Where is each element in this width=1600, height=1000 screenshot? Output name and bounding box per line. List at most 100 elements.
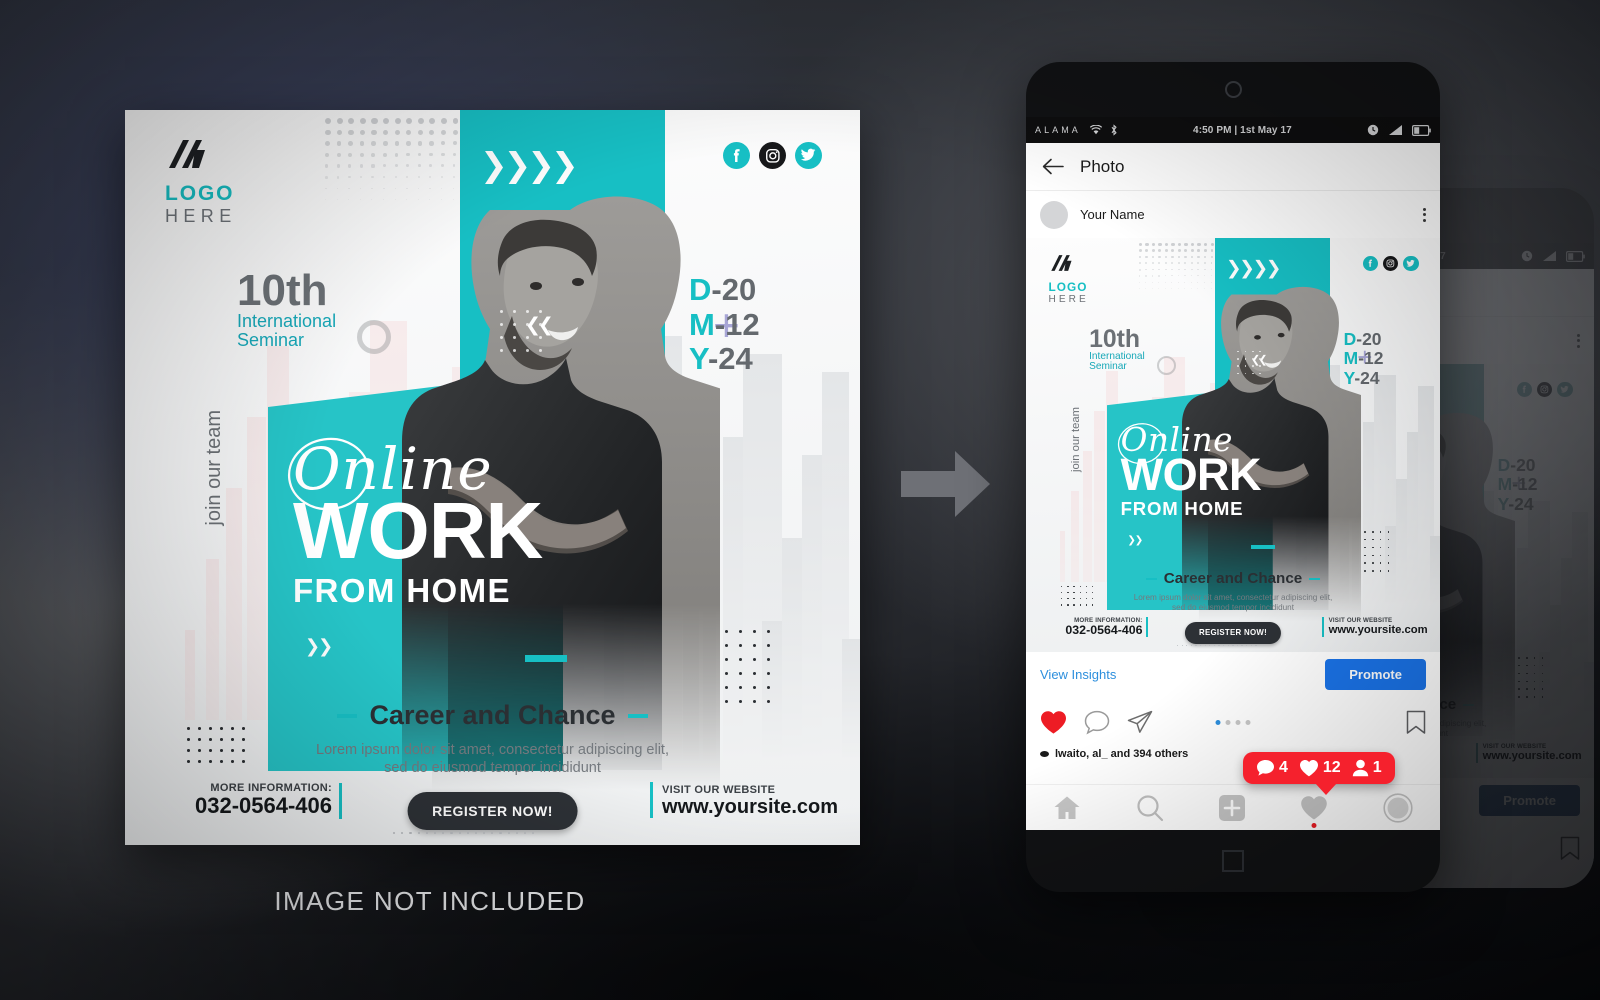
tab-add[interactable] (1218, 794, 1246, 822)
dotted-strip (393, 832, 535, 835)
ghost-facebook-icon (1516, 382, 1533, 398)
ghost-kebab-menu-icon (1577, 333, 1580, 348)
footer-info: MORE INFORMATION: 032-0564-406 (1065, 617, 1149, 638)
logo: LOGO HERE (1049, 254, 1089, 307)
chevrons-forward: ❯❯❯❯ (480, 145, 579, 184)
ghost-battery-icon (1566, 250, 1585, 262)
ghost-social-links (1516, 382, 1573, 398)
wifi-icon (1089, 125, 1102, 135)
insights-row: View Insights Promote (1026, 652, 1440, 696)
register-now-button[interactable]: REGISTER NOW! (1184, 622, 1282, 644)
logo-line-2: HERE (1048, 293, 1089, 305)
notif-follows-count: 1 (1372, 759, 1382, 776)
logo-slash-mark-icon (1049, 254, 1089, 278)
heart-filled-icon[interactable] (1040, 710, 1067, 735)
promote-button[interactable]: Promote (1325, 658, 1426, 690)
heart-filled-icon (1299, 759, 1319, 777)
tab-search[interactable] (1136, 794, 1164, 822)
logo-slash-mark-icon (165, 138, 237, 177)
social-links (1362, 256, 1419, 272)
ghost-signal-bars-icon (1542, 250, 1557, 262)
event-sub-2: Seminar (1089, 361, 1127, 373)
facebook-icon[interactable] (723, 142, 750, 169)
event-number: 10th (1089, 326, 1141, 354)
headline: Online WORK FROM HOME ❯❯ (287, 437, 543, 657)
career-title: Career and Chance (1026, 570, 1440, 587)
event-date: D-20 M-12 Y-24 (689, 272, 760, 377)
bookmark-outline-icon[interactable] (1406, 710, 1426, 735)
bluetooth-icon (1110, 124, 1118, 136)
teal-underline (1251, 544, 1275, 549)
logo-line-1: LOGO (1048, 280, 1088, 295)
site-value: www.yoursite.com (662, 795, 838, 818)
view-insights-link[interactable]: View Insights (1040, 667, 1116, 682)
poster-preview: LOGO HERE ❯❯❯❯ +10th International Semina… (125, 110, 860, 845)
instagram-icon[interactable] (1383, 256, 1399, 272)
facebook-icon[interactable] (1362, 256, 1379, 272)
career-body-1: Lorem ipsum dolor sit amet, consectetur … (1133, 592, 1333, 602)
ghost-bookmark-outline-icon (1560, 836, 1580, 861)
event-sub-1: International (237, 310, 337, 331)
ghost-date-row-2: Y-24 (1497, 493, 1534, 514)
chevrons-forward: ❯❯❯❯ (1225, 257, 1282, 279)
activity-badge (1311, 822, 1317, 828)
comment-bubble-icon[interactable] (1084, 710, 1110, 735)
footer-website: VISIT OUR WEBSITE www.yoursite.com (1321, 616, 1428, 637)
kebab-menu-icon[interactable] (1423, 207, 1426, 222)
ghost-date-row-0: D-20 (1497, 454, 1536, 475)
post-header: Your Name (1026, 191, 1440, 238)
event-number: 10th (237, 266, 328, 315)
phone-bottom-bezel (1026, 830, 1440, 892)
likes-avatar-dot (1040, 751, 1049, 757)
bottom-tab-bar (1026, 784, 1440, 830)
comment-bubble-icon (1256, 759, 1275, 777)
post-image-poster[interactable]: LOGO HERE ❯❯❯❯ +10th International Semina… (1026, 238, 1440, 652)
twitter-icon[interactable] (1403, 256, 1419, 272)
tab-profile[interactable] (1383, 792, 1413, 823)
career-section: Career and Chance Lorem ipsum dolor sit … (125, 700, 860, 777)
ghost-footer-website: VISIT OUR WEBSITE www.yoursite.com (1475, 742, 1582, 763)
ghost-clock-icon (1521, 250, 1533, 262)
page-title: Photo (1080, 156, 1125, 176)
headline-script: Online (1117, 422, 1261, 464)
notif-likes: 12 (1299, 759, 1341, 777)
ghost-date-row-1: M-12 (1497, 474, 1538, 495)
post-author-name: Your Name (1080, 207, 1145, 222)
phone-top-bezel (1026, 62, 1440, 117)
date-row-1: M-12 (1343, 348, 1384, 369)
info-value: 032-0564-406 (1065, 622, 1143, 637)
social-links (723, 142, 822, 169)
event-heading: 10th International Seminar (237, 266, 337, 350)
notif-comments: 4 (1256, 759, 1288, 777)
person-icon (1352, 759, 1369, 777)
logo-line-1: LOGO (165, 182, 235, 205)
event-date: D-20 M-12 Y-24 (1343, 329, 1384, 389)
footer-website: VISIT OUR WEBSITE www.yoursite.com (650, 782, 838, 818)
avatar[interactable] (1040, 200, 1068, 229)
likes-text: lwaito, al_ and 394 others (1055, 748, 1189, 760)
app-bar: Photo (1026, 143, 1440, 191)
register-now-button[interactable]: REGISTER NOW! (407, 792, 578, 830)
phone-screen: ALAMA 4:50 PM | 1st May 17 Photo Your Na… (1026, 117, 1440, 830)
caption-text: IMAGE NOT INCLUDED (274, 886, 586, 916)
career-section: Career and Chance Lorem ipsum dolor sit … (1026, 570, 1440, 613)
chevrons-small: ❯❯ (305, 635, 333, 657)
join-our-team-text: join our team (1069, 406, 1082, 473)
twitter-icon[interactable] (795, 142, 822, 169)
site-label: VISIT OUR WEBSITE (1328, 617, 1393, 625)
send-paper-plane-icon[interactable] (1127, 710, 1153, 734)
ghost-instagram-icon (1537, 382, 1553, 398)
instagram-icon[interactable] (759, 142, 786, 169)
logo-line-2: HERE (165, 206, 237, 227)
square-nav-icon[interactable] (1222, 850, 1244, 872)
back-arrow-icon[interactable] (1042, 158, 1064, 175)
tab-home[interactable] (1053, 795, 1081, 821)
site-value: www.yoursite.com (1328, 624, 1428, 637)
event-heading: 10th International Seminar (1089, 326, 1145, 373)
notif-comments-count: 4 (1279, 759, 1288, 776)
dotted-strip (1176, 644, 1257, 646)
tab-activity[interactable] (1300, 795, 1328, 828)
career-body-2: sed do eiusmod tempor incididunt (1172, 603, 1294, 613)
notif-follows: 1 (1352, 759, 1382, 777)
logo: LOGO HERE (165, 138, 237, 228)
